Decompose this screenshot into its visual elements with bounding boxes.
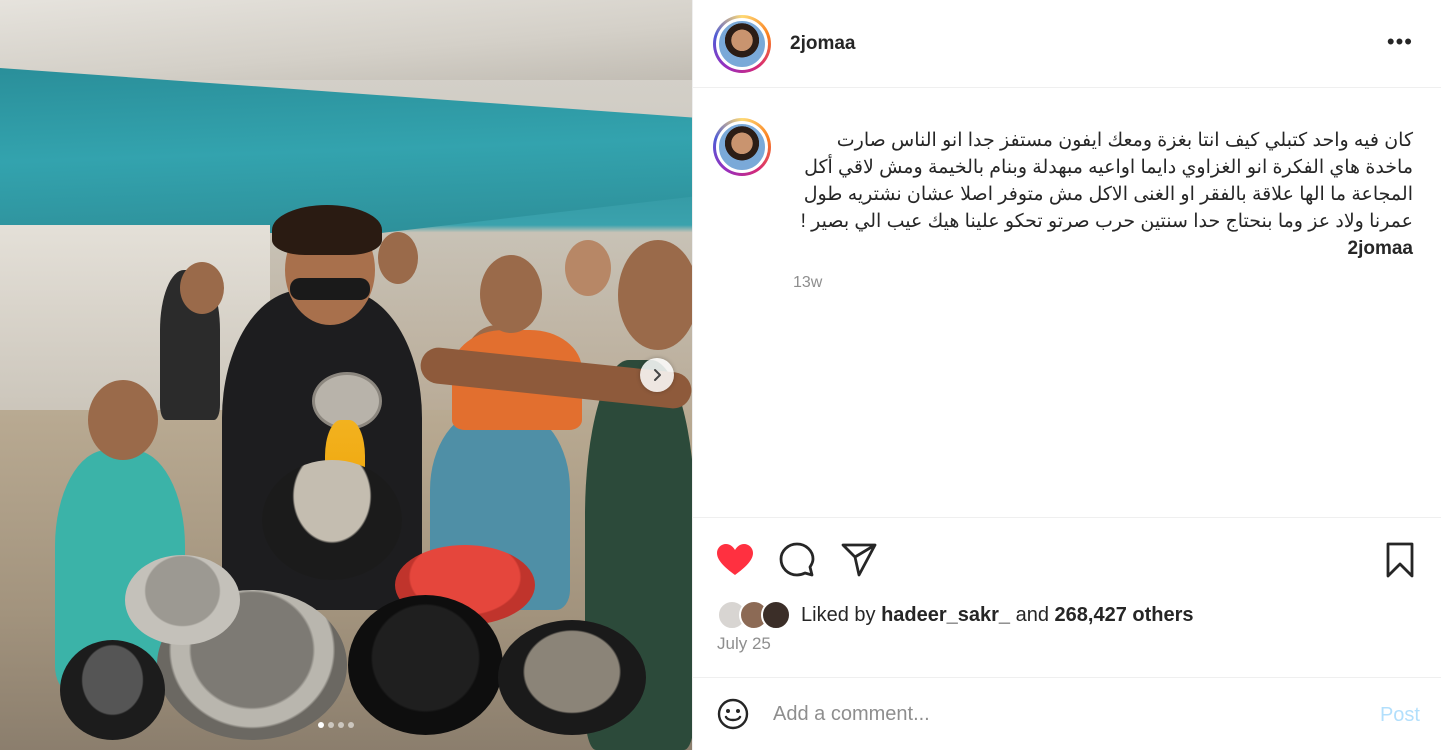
head-boy-right [618, 240, 692, 350]
carousel-dot-4 [348, 722, 354, 728]
pot-held [262, 460, 402, 580]
post-media[interactable] [0, 0, 692, 750]
post-header: 2jomaa ••• [693, 0, 1441, 88]
liked-by-and: and [1015, 603, 1049, 626]
emoji-button[interactable] [717, 698, 749, 730]
post-date[interactable]: July 25 [717, 634, 771, 654]
caption-body: كان فيه واحد كتبلي كيف انتا بغزة ومعك اي… [800, 130, 1413, 232]
crowd-head-2 [378, 232, 418, 284]
head-girl-left [88, 380, 158, 460]
chevron-right-icon [654, 369, 661, 381]
comment-button[interactable] [777, 540, 817, 580]
caption-username[interactable]: 2jomaa [1348, 238, 1413, 259]
share-button[interactable] [839, 540, 879, 580]
liked-by-prefix: Liked by [801, 603, 876, 626]
share-icon [841, 543, 877, 577]
caption-avatar-ring[interactable] [713, 118, 771, 176]
pot-silver-back [125, 555, 240, 645]
header-username[interactable]: 2jomaa [790, 33, 855, 55]
avatar [716, 17, 768, 70]
crowd-head-3 [565, 240, 611, 296]
hair [272, 205, 382, 255]
comment-icon [779, 542, 815, 577]
caption-text: كان فيه واحد كتبلي كيف انتا بغزة ومعك اي… [793, 127, 1413, 262]
more-options-icon[interactable]: ••• [1387, 31, 1413, 53]
heart-filled-icon [717, 544, 753, 575]
comment-input[interactable] [773, 702, 1333, 726]
liked-by-user[interactable]: hadeer_sakr_ [881, 604, 1010, 627]
head-boy-back [480, 255, 542, 333]
carousel-dot-3 [338, 722, 344, 728]
comment-bar: Post [693, 677, 1441, 750]
post-panel: 2jomaa ••• كان فيه واحد كتبلي كيف انتا ب… [692, 0, 1441, 750]
time-ago[interactable]: 13w [793, 274, 822, 292]
pot-black [348, 595, 503, 735]
carousel-dot-2 [328, 722, 334, 728]
bookmark-icon [1386, 542, 1414, 578]
liker-avatar-3 [761, 600, 791, 630]
post-actions: Liked by hadeer_sakr_ and 268,427 others… [693, 517, 1441, 677]
avatar-story-ring[interactable] [713, 14, 771, 73]
likes-summary: Liked by hadeer_sakr_ and 268,427 others [717, 600, 1194, 630]
emoji-icon [717, 698, 749, 730]
pot-small-left [60, 640, 165, 740]
sunglasses [290, 278, 370, 300]
liked-by-count[interactable]: 268,427 others [1055, 604, 1194, 627]
carousel-indicator [318, 722, 354, 728]
crowd-head-1 [180, 262, 224, 314]
liker-avatars [717, 600, 791, 630]
pan-dark-right [498, 620, 646, 735]
post-comment-button[interactable]: Post [1380, 704, 1420, 727]
caption-avatar [716, 121, 768, 173]
action-row [715, 540, 879, 580]
next-slide-button[interactable] [640, 358, 674, 392]
save-button[interactable] [1380, 540, 1420, 580]
carousel-dot-1 [318, 722, 324, 728]
like-button[interactable] [715, 540, 755, 580]
tent-tarp [0, 0, 692, 80]
